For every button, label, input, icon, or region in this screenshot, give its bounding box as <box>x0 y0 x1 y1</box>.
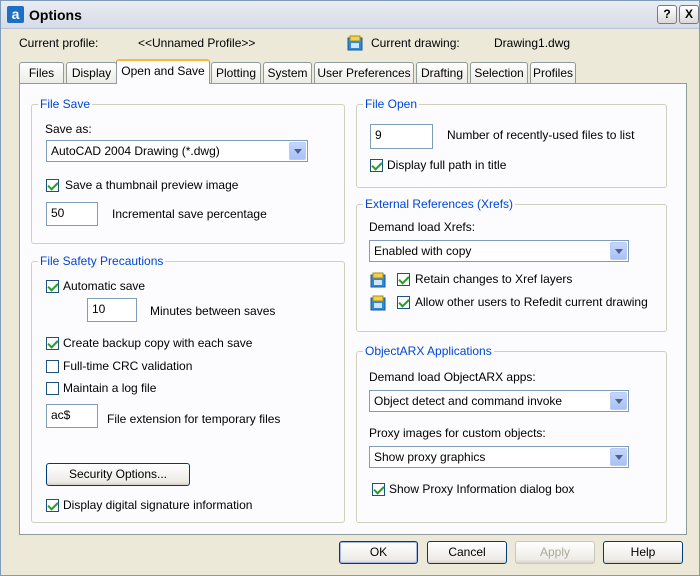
proxy-images-value: Show proxy graphics <box>374 450 486 464</box>
chevron-down-icon[interactable] <box>610 448 627 466</box>
save-as-dropdown[interactable]: AutoCAD 2004 Drawing (*.dwg) <box>46 140 308 162</box>
recent-files-input[interactable]: 9 <box>370 124 433 149</box>
xrefs-group: External References (Xrefs) Demand load … <box>356 197 667 332</box>
xrefs-legend: External References (Xrefs) <box>363 197 516 211</box>
log-file-checkbox[interactable] <box>46 382 59 395</box>
save-as-value: AutoCAD 2004 Drawing (*.dwg) <box>51 144 220 158</box>
dialog-title: Options <box>29 7 82 23</box>
current-drawing-label: Current drawing: <box>371 36 460 50</box>
demand-load-xrefs-value: Enabled with copy <box>374 244 472 258</box>
proxy-images-dropdown[interactable]: Show proxy graphics <box>369 446 629 468</box>
current-drawing-value: Drawing1.dwg <box>494 36 571 50</box>
crc-validation-label: Full-time CRC validation <box>63 359 193 373</box>
retain-xref-changes-checkbox[interactable] <box>397 273 410 286</box>
cancel-button[interactable]: Cancel <box>427 541 507 564</box>
minutes-between-saves-input[interactable]: 10 <box>87 298 137 322</box>
tab-files[interactable]: Files <box>19 62 64 83</box>
temp-file-extension-label: File extension for temporary files <box>107 412 281 426</box>
tab-profiles[interactable]: Profiles <box>530 62 576 83</box>
file-safety-group: File Safety Precautions Automatic save 1… <box>31 254 345 523</box>
proxy-info-dialog-checkbox[interactable] <box>372 483 385 496</box>
backup-copy-label: Create backup copy with each save <box>63 336 253 350</box>
temp-file-extension-input[interactable]: ac$ <box>46 404 98 428</box>
crc-validation-checkbox[interactable] <box>46 360 59 373</box>
thumbnail-label: Save a thumbnail preview image <box>65 178 239 192</box>
tab-drafting[interactable]: Drafting <box>416 62 468 83</box>
digital-signature-label: Display digital signature information <box>63 498 253 512</box>
thumbnail-checkbox[interactable] <box>46 179 59 192</box>
objectarx-group: ObjectARX Applications Demand load Objec… <box>356 344 667 523</box>
file-safety-legend: File Safety Precautions <box>38 254 166 268</box>
proxy-images-label: Proxy images for custom objects: <box>369 426 546 440</box>
demand-load-arx-dropdown[interactable]: Object detect and command invoke <box>369 390 629 412</box>
automatic-save-label: Automatic save <box>63 279 146 293</box>
file-save-legend: File Save <box>38 97 93 111</box>
file-save-group: File Save Save as: AutoCAD 2004 Drawing … <box>31 97 345 244</box>
digital-signature-checkbox[interactable] <box>46 499 59 512</box>
tab-open-and-save[interactable]: Open and Save <box>116 59 210 84</box>
tab-system[interactable]: System <box>263 62 312 83</box>
full-path-label: Display full path in title <box>387 158 507 172</box>
incremental-save-input[interactable]: 50 <box>46 202 98 226</box>
chevron-down-icon[interactable] <box>610 242 627 260</box>
drawing-icon <box>347 35 363 51</box>
open-and-save-panel: File Save Save as: AutoCAD 2004 Drawing … <box>19 83 687 535</box>
title-bar[interactable]: a Options ? X <box>1 1 699 29</box>
close-button[interactable]: X <box>679 5 699 24</box>
security-options-button[interactable]: Security Options... <box>46 463 190 486</box>
objectarx-legend: ObjectARX Applications <box>363 344 494 358</box>
log-file-label: Maintain a log file <box>63 381 157 395</box>
help-button[interactable]: Help <box>603 541 683 564</box>
tab-plotting[interactable]: Plotting <box>211 62 261 83</box>
app-icon: a <box>7 6 24 23</box>
ok-button[interactable]: OK <box>339 541 418 564</box>
current-profile-label: Current profile: <box>19 36 99 50</box>
minutes-between-saves-label: Minutes between saves <box>150 304 276 318</box>
options-dialog: a Options ? X Current profile: <<Unnamed… <box>0 0 700 576</box>
demand-load-arx-label: Demand load ObjectARX apps: <box>369 370 536 384</box>
allow-refedit-label: Allow other users to Refedit current dra… <box>415 295 648 309</box>
retain-xref-changes-label: Retain changes to Xref layers <box>415 272 573 286</box>
file-open-legend: File Open <box>363 97 420 111</box>
backup-copy-checkbox[interactable] <box>46 337 59 350</box>
allow-refedit-checkbox[interactable] <box>397 296 410 309</box>
demand-load-xrefs-dropdown[interactable]: Enabled with copy <box>369 240 629 262</box>
chevron-down-icon[interactable] <box>610 392 627 410</box>
chevron-down-icon[interactable] <box>289 142 306 160</box>
current-profile-value: <<Unnamed Profile>> <box>138 36 256 50</box>
refedit-icon <box>370 295 386 311</box>
tab-selection[interactable]: Selection <box>470 62 528 83</box>
help-title-button[interactable]: ? <box>657 5 677 24</box>
automatic-save-checkbox[interactable] <box>46 280 59 293</box>
tab-display[interactable]: Display <box>66 62 117 83</box>
tab-user-preferences[interactable]: User Preferences <box>314 62 414 83</box>
incremental-save-label: Incremental save percentage <box>112 207 267 221</box>
full-path-checkbox[interactable] <box>370 159 383 172</box>
recent-files-label: Number of recently-used files to list <box>447 128 635 142</box>
demand-load-arx-value: Object detect and command invoke <box>374 394 563 408</box>
apply-button[interactable]: Apply <box>515 541 595 564</box>
proxy-info-dialog-label: Show Proxy Information dialog box <box>389 482 575 496</box>
xref-layer-icon <box>370 272 386 288</box>
save-as-label: Save as: <box>45 122 92 136</box>
demand-load-xrefs-label: Demand load Xrefs: <box>369 220 476 234</box>
file-open-group: File Open 9 Number of recently-used file… <box>356 97 667 188</box>
